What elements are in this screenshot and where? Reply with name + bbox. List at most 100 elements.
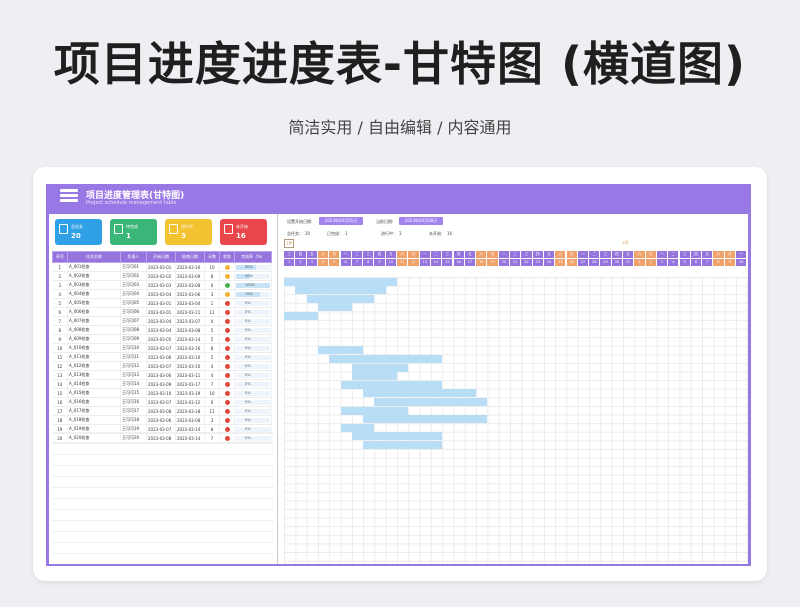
table-cell: 4 (204, 370, 220, 380)
day-number-cell: 9 (724, 259, 735, 266)
gantt-bar[interactable] (284, 277, 397, 286)
gantt-bar[interactable] (295, 286, 386, 295)
table-cell: 2023-03-10 (146, 388, 176, 398)
table-cell: 17 (52, 406, 68, 416)
weekday-cell: 日 (408, 251, 419, 258)
weekday-cell: 三 (679, 251, 690, 258)
progress-cell: 0% (234, 343, 272, 353)
preview-card: 项目进度管理表(甘特图) Project schedule management… (33, 167, 767, 581)
table-row[interactable]: 3 A_003检查 王可可03 2023-03-03 2023-03-08 6 100% (52, 280, 272, 290)
scroll-control[interactable]: 工作 (284, 239, 294, 248)
empty-row (52, 468, 274, 477)
table-cell: 王可可01 (120, 262, 147, 272)
gantt-bar[interactable] (317, 303, 352, 312)
gantt-bar[interactable] (363, 389, 477, 398)
table-row[interactable]: 9 A_009检查 王可可09 2023-03-05 2023-03-14 5 0% (52, 334, 272, 344)
gantt-bar[interactable] (351, 432, 443, 441)
progress-bar: 60% (236, 264, 270, 270)
table-cell: A_011检查 (67, 352, 121, 362)
progress-cell: 0% (234, 397, 272, 407)
table-cell: A_009检查 (67, 334, 121, 344)
table-cell: 王可可13 (120, 370, 147, 380)
gantt-bar[interactable] (340, 380, 443, 389)
column-header: 天数 (204, 251, 220, 263)
table-row[interactable]: 16 A_016检查 王可可16 2023-03-07 2023-03-12 6 0% (52, 397, 272, 407)
gantt-bar[interactable] (317, 346, 364, 355)
day-number-cell: 5 (679, 259, 690, 266)
table-cell: 8 (204, 343, 220, 353)
table-row[interactable]: 1 A_001检查 王可可01 2023-03-01 2023-03-10 10 60% (52, 262, 272, 272)
table-cell: 4 (204, 316, 220, 326)
stat-value: 16 (236, 232, 246, 240)
table-row[interactable]: 15 A_015检查 王可可15 2023-03-10 2023-03-19 10 0% (52, 388, 272, 398)
stat-card-1: 待完成 1 (110, 219, 157, 245)
table-cell: 2023-03-19 (175, 388, 205, 398)
table-cell: 5 (52, 298, 68, 308)
table-row[interactable]: 13 A_013检查 王可可13 2023-03-06 2023-03-11 4 0% (52, 370, 272, 380)
table-cell: A_002检查 (67, 271, 121, 281)
table-cell: 5 (204, 334, 220, 344)
gantt-bar[interactable] (329, 354, 443, 363)
gantt-bar[interactable] (363, 440, 443, 449)
progress-cell: 0% (234, 307, 272, 317)
status-cell (219, 397, 235, 407)
weekday-cell: 三 (442, 251, 453, 258)
status-dot-icon (224, 309, 230, 315)
day-number-cell: 4 (668, 259, 679, 266)
status-cell (219, 307, 235, 317)
start-date-field[interactable]: 2023年03月01日 (319, 217, 363, 225)
table-row[interactable]: 10 A_010检查 王可可10 2023-03-07 2023-03-16 8 0% (52, 343, 272, 353)
summary-value: 20 (305, 231, 311, 236)
table-row[interactable]: 6 A_006检查 王可可06 2023-03-01 2023-03-11 11 0% (52, 307, 272, 317)
day-number-cell: 18 (476, 259, 487, 266)
table-row[interactable]: 4 A_004检查 王可可04 2023-03-04 2023-03-06 3 70% (52, 289, 272, 299)
table-row[interactable]: 5 A_005检查 王可可05 2023-03-01 2023-03-04 1 0% (52, 298, 272, 308)
gantt-bar[interactable] (340, 406, 409, 415)
column-header: 完成率（%） (234, 251, 272, 263)
status-cell (219, 352, 235, 362)
gantt-bar[interactable] (351, 372, 397, 381)
table-row[interactable]: 17 A_017检查 王可可17 2023-03-08 2023-03-18 11 0% (52, 406, 272, 416)
table-cell: 2023-03-12 (175, 397, 205, 407)
table-row[interactable]: 11 A_011检查 王可可11 2023-03-06 2023-03-10 5 0% (52, 352, 272, 362)
gantt-bar[interactable] (340, 423, 375, 432)
status-cell (219, 316, 235, 326)
progress-bar: 0% (236, 318, 270, 324)
weekday-cell: 六 (317, 251, 329, 258)
list-icon (60, 189, 78, 207)
gantt-bar[interactable] (363, 415, 488, 424)
day-number-cell: 3 (656, 259, 668, 266)
table-row[interactable]: 2 A_002检查 王可可02 2023-03-02 2023-03-09 8 40% (52, 271, 272, 281)
gantt-bar[interactable] (351, 363, 409, 372)
status-cell (219, 361, 235, 371)
day-number-cell: 9 (374, 259, 385, 266)
table-cell: 2023-03-04 (175, 298, 205, 308)
weekday-cell: 日 (724, 251, 735, 258)
progress-cell: 0% (234, 406, 272, 416)
table-row[interactable]: 8 A_008检查 王可可08 2023-03-04 2023-03-08 5 0% (52, 325, 272, 335)
status-cell (219, 379, 235, 389)
table-cell: 1 (52, 262, 68, 272)
weekday-cell: 三 (521, 251, 532, 258)
sheet-subtitle: Project schedule management table (86, 200, 177, 206)
day-number-cell: 22 (521, 259, 532, 266)
gantt-bar[interactable] (374, 397, 488, 406)
table-row[interactable]: 12 A_012检查 王可可12 2023-03-07 2023-03-10 4 0% (52, 361, 272, 371)
table-row[interactable]: 7 A_007检查 王可可07 2023-03-04 2023-03-07 4 0% (52, 316, 272, 326)
table-cell: A_015检查 (67, 388, 121, 398)
table-cell: 2023-03-08 (146, 406, 176, 416)
progress-cell: 0% (234, 361, 272, 371)
day-number-cell: 31 (623, 259, 634, 266)
status-cell (219, 334, 235, 344)
table-row[interactable]: 14 A_014检查 王可可14 2023-03-09 2023-03-17 7 0% (52, 379, 272, 389)
current-date-field[interactable]: 2023年03月08日 (399, 217, 443, 225)
table-cell: 王可可16 (120, 397, 147, 407)
table-cell: 2023-03-17 (175, 379, 205, 389)
gantt-bar[interactable] (284, 311, 318, 320)
gantt-bar[interactable] (306, 294, 375, 303)
table-cell: 2023-03-01 (146, 307, 176, 317)
table-cell: 王可可11 (120, 352, 147, 362)
status-dot-icon (224, 282, 230, 288)
weekday-cell: 二 (430, 251, 442, 258)
day-number-cell: 7 (702, 259, 713, 266)
